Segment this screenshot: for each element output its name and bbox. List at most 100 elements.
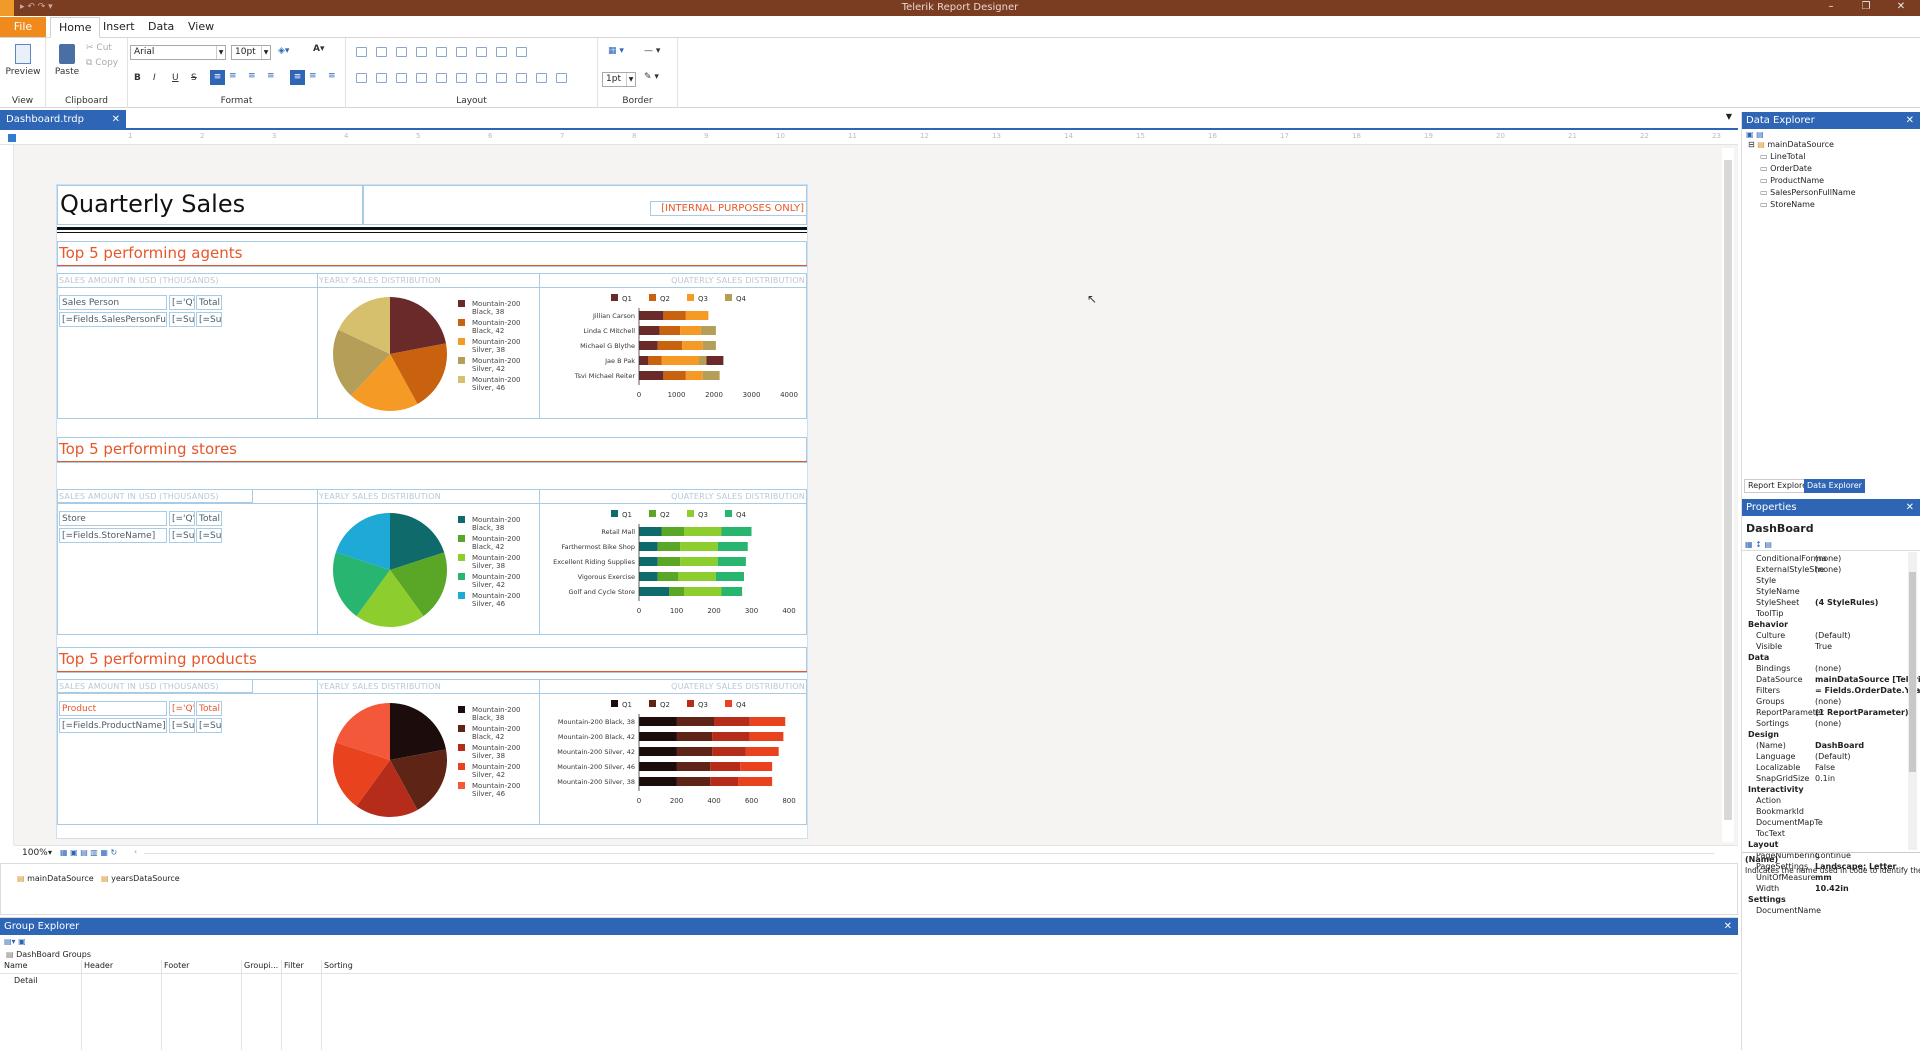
property-value[interactable]: (Default): [1815, 752, 1850, 761]
property-name[interactable]: TocText: [1756, 829, 1785, 838]
property-value[interactable]: (4 StyleRules): [1815, 598, 1878, 607]
bar-segment[interactable]: [639, 587, 669, 596]
bar-segment[interactable]: [676, 732, 713, 741]
property-category[interactable]: Design: [1748, 730, 1779, 739]
property-name[interactable]: (Name): [1756, 741, 1786, 750]
properties-toolbar[interactable]: ▦ ↕ ▤: [1745, 540, 1772, 549]
table-header-cell[interactable]: Total: [196, 701, 222, 716]
paste-button[interactable]: Paste: [50, 44, 84, 77]
strikethrough-button[interactable]: S: [191, 73, 197, 83]
align-rights-icon[interactable]: [396, 47, 407, 57]
report-title[interactable]: Quarterly Sales: [60, 190, 245, 218]
justify-button[interactable]: ≡: [267, 71, 275, 81]
property-name[interactable]: BookmarkId: [1756, 807, 1804, 816]
align-left-button[interactable]: ≡: [210, 70, 225, 85]
bar-segment[interactable]: [657, 572, 679, 581]
bar-segment[interactable]: [639, 326, 660, 335]
property-value[interactable]: (none): [1815, 664, 1841, 673]
bar-segment[interactable]: [702, 371, 720, 380]
property-name[interactable]: StyleSheet: [1756, 598, 1799, 607]
table-header-cell[interactable]: Total: [196, 295, 222, 310]
property-value[interactable]: False: [1815, 763, 1835, 772]
quarterly-label[interactable]: QUATERLY SALES DISTRIBUTION: [541, 276, 805, 285]
bar-segment[interactable]: [685, 311, 709, 320]
column-header[interactable]: Groupi...: [244, 961, 278, 970]
zoom-level[interactable]: 100%: [22, 848, 48, 858]
bar-segment[interactable]: [661, 527, 685, 536]
property-name[interactable]: SnapGridSize: [1756, 774, 1809, 783]
property-value[interactable]: (none): [1815, 565, 1841, 574]
property-name[interactable]: Localizable: [1756, 763, 1800, 772]
column-header[interactable]: Sorting: [324, 961, 353, 970]
bar-segment[interactable]: [749, 732, 784, 741]
yearly-label[interactable]: YEARLY SALES DISTRIBUTION: [319, 276, 441, 285]
file-tab[interactable]: File: [0, 17, 46, 37]
bar-segment[interactable]: [648, 356, 662, 365]
align-lefts-icon[interactable]: [356, 47, 367, 57]
view-mode-icons[interactable]: ▦ ▣ ▤ ▥ ▦ ↻: [60, 848, 117, 857]
increase-v-spacing-icon[interactable]: [456, 73, 467, 83]
table-value-cell[interactable]: [=Su: [196, 528, 222, 543]
bring-to-front-icon[interactable]: [516, 73, 527, 83]
table-value-cell[interactable]: [=Su: [196, 312, 222, 327]
column-header[interactable]: Footer: [164, 961, 189, 970]
table-value-cell[interactable]: [=Su: [169, 718, 195, 733]
tab-data-explorer[interactable]: Data Explorer: [1804, 479, 1865, 493]
property-name[interactable]: Groups: [1756, 697, 1785, 706]
pie-chart[interactable]: Mountain-200 Black, 38 Mountain-200 Black, …: [320, 506, 535, 634]
font-size-combo[interactable]: 10pt ▼: [231, 45, 271, 60]
bar-segment[interactable]: [639, 732, 677, 741]
bar-segment[interactable]: [717, 557, 746, 566]
bar-segment[interactable]: [680, 542, 718, 551]
cut-button[interactable]: ✂ Cut: [86, 43, 112, 53]
property-name[interactable]: Culture: [1756, 631, 1785, 640]
properties-scrollbar[interactable]: [1908, 552, 1917, 850]
property-value[interactable]: True: [1815, 642, 1832, 651]
property-value[interactable]: (1 ReportParameter): [1815, 708, 1909, 717]
section-title[interactable]: Top 5 performing agents: [59, 244, 242, 262]
bold-button[interactable]: B: [134, 73, 141, 83]
vertical-scrollbar[interactable]: [1722, 148, 1734, 842]
bar-chart[interactable]: Q1 Q2 Q3 Q4 Mountain-200 Black, 38 Mountain-2…: [541, 696, 805, 824]
property-name[interactable]: Bindings: [1756, 664, 1790, 673]
bar-segment[interactable]: [749, 717, 786, 726]
bar-segment[interactable]: [676, 717, 715, 726]
bar-segment[interactable]: [678, 572, 716, 581]
fill-color-button[interactable]: ◈▾: [278, 46, 289, 56]
bar-segment[interactable]: [680, 326, 701, 335]
tree-field[interactable]: ▭ ProductName: [1760, 176, 1824, 185]
table-header-cell[interactable]: [='Q': [169, 295, 195, 310]
borders-button[interactable]: ▦ ▾: [608, 46, 624, 56]
close-icon[interactable]: ✕: [1888, 1, 1914, 12]
property-value[interactable]: (none): [1815, 697, 1841, 706]
decrease-v-spacing-icon[interactable]: [476, 73, 487, 83]
remove-v-spacing-icon[interactable]: [496, 73, 507, 83]
bar-segment[interactable]: [639, 542, 658, 551]
bar-segment[interactable]: [682, 341, 703, 350]
zoom-dropdown-icon[interactable]: ▾: [48, 848, 52, 857]
bar-segment[interactable]: [717, 542, 748, 551]
table-value-cell[interactable]: [=Fields.ProductName]: [59, 718, 167, 733]
pie-chart[interactable]: Mountain-200 Black, 38 Mountain-200 Black, …: [320, 696, 535, 824]
property-name[interactable]: Language: [1756, 752, 1795, 761]
layout-more-icon[interactable]: [556, 73, 567, 83]
tree-field[interactable]: ▭ LineTotal: [1760, 152, 1805, 161]
tree-field[interactable]: ▭ OrderDate: [1760, 164, 1812, 173]
tab-home[interactable]: Home: [50, 17, 101, 38]
property-category[interactable]: Settings: [1748, 895, 1786, 904]
font-name-combo[interactable]: Arial ▼: [130, 45, 226, 60]
property-name[interactable]: Sortings: [1756, 719, 1789, 728]
bar-segment[interactable]: [639, 311, 664, 320]
property-name[interactable]: Visible: [1756, 642, 1782, 651]
close-tab-icon[interactable]: ✕: [112, 110, 120, 130]
property-name[interactable]: Width: [1756, 884, 1779, 893]
bar-segment[interactable]: [706, 356, 724, 365]
table-value-cell[interactable]: [=Fields.SalesPersonFull: [59, 312, 167, 327]
align-center-button[interactable]: ≡: [229, 71, 237, 81]
bar-segment[interactable]: [639, 777, 677, 786]
bar-segment[interactable]: [699, 356, 707, 365]
scroll-left-icon[interactable]: ‹: [134, 847, 137, 856]
table-header-cell[interactable]: Product: [59, 701, 167, 716]
column-header[interactable]: Filter: [284, 961, 304, 970]
close-icon[interactable]: ✕: [1906, 499, 1914, 516]
